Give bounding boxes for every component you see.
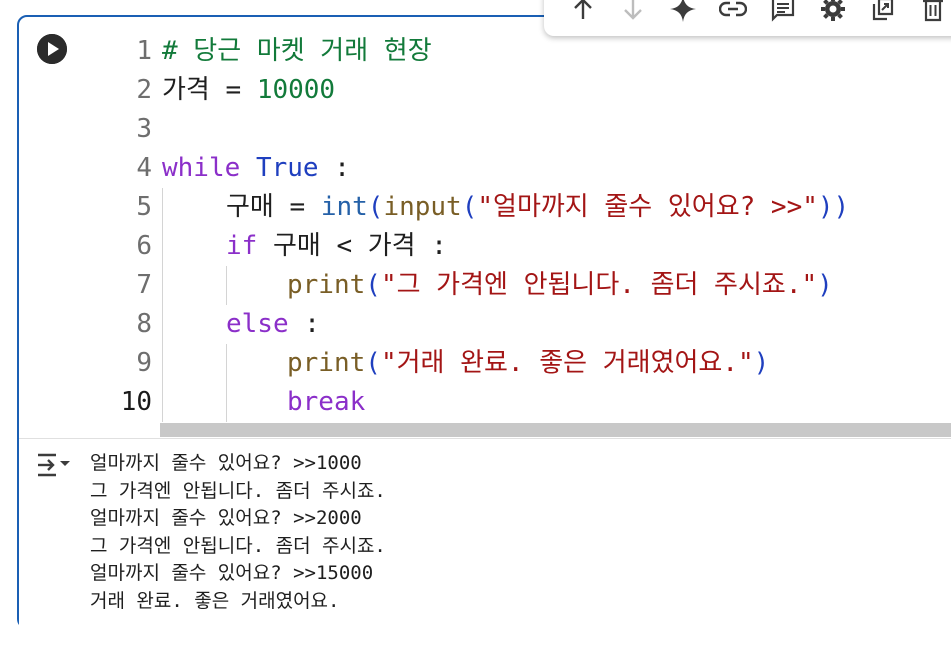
- line-number: 7: [136, 270, 152, 300]
- code-function: print: [287, 348, 366, 378]
- code-line-4[interactable]: while True :: [162, 149, 350, 188]
- code-line-1[interactable]: # 당근 마켓 거래 현장: [162, 32, 432, 71]
- code-paren: ): [817, 192, 834, 222]
- code-operator: =: [273, 192, 321, 222]
- code-string: "거래 완료. 좋은 거래였어요.": [380, 348, 754, 378]
- code-text: :: [318, 153, 350, 183]
- code-text: :: [288, 309, 320, 339]
- indent-guide: [226, 344, 227, 422]
- indent-guide: [226, 266, 227, 305]
- code-comment: # 당근 마켓 거래 현장: [162, 36, 432, 66]
- line-number: 8: [136, 309, 152, 339]
- code-keyword: break: [287, 387, 366, 417]
- sparkle-icon: [670, 0, 696, 22]
- line-number: 9: [136, 348, 152, 378]
- output-menu-icon: [38, 453, 70, 477]
- code-paren: ): [753, 348, 770, 378]
- comment-icon: [771, 0, 795, 22]
- copy-link-button[interactable]: [708, 0, 758, 24]
- code-function: input: [383, 192, 462, 222]
- trash-icon: [923, 0, 943, 22]
- code-number: 10000: [256, 75, 336, 105]
- code-line-7[interactable]: print("그 가격엔 안됩니다. 좀더 주시죠."): [287, 266, 833, 305]
- code-function: print: [287, 270, 366, 300]
- output-line: 거래 완료. 좋은 거래였어요.: [90, 590, 340, 612]
- code-line-6[interactable]: if 구매 < 가격 :: [226, 227, 447, 266]
- run-cell-button[interactable]: [37, 34, 67, 64]
- move-down-button[interactable]: [608, 0, 658, 24]
- line-number: 6: [136, 231, 152, 261]
- code-paren: ): [833, 192, 850, 222]
- code-keyword: while: [162, 153, 241, 183]
- add-comment-button[interactable]: [758, 0, 808, 24]
- line-number: 1: [136, 36, 152, 66]
- line-number: 5: [136, 192, 152, 222]
- gear-icon: [821, 0, 845, 21]
- code-string: "얼마까지 줄수 있어요? >>": [477, 192, 818, 222]
- code-variable: 구매: [226, 192, 274, 222]
- delete-cell-button[interactable]: [908, 0, 951, 24]
- line-number: 10: [120, 387, 152, 417]
- code-paren: (: [461, 192, 478, 222]
- code-line-2[interactable]: 가격 = 10000: [162, 71, 335, 110]
- cell-toolbar: [544, 0, 951, 36]
- code-line-10[interactable]: break: [287, 383, 365, 422]
- code-keyword: else: [226, 309, 289, 339]
- indent-guide: [162, 188, 163, 422]
- code-variable: 가격: [162, 75, 210, 105]
- gemini-button[interactable]: [658, 0, 708, 24]
- move-up-button[interactable]: [558, 0, 608, 24]
- code-line-8[interactable]: else :: [226, 305, 320, 344]
- code-keyword: if: [226, 231, 258, 261]
- code-line-5[interactable]: 구매 = int(input("얼마까지 줄수 있어요? >>")): [226, 188, 849, 227]
- line-number: 3: [136, 114, 152, 144]
- code-builtin: int: [320, 192, 368, 222]
- line-number: 4: [136, 153, 152, 183]
- code-paren: (: [365, 270, 381, 300]
- line-number: 2: [136, 75, 152, 105]
- output-line: 그 가격엔 안됩니다. 좀더 주시죠.: [90, 480, 386, 502]
- link-icon: [719, 1, 747, 17]
- settings-button[interactable]: [808, 0, 858, 24]
- output-actions-button[interactable]: [36, 452, 74, 478]
- play-icon: [37, 34, 67, 64]
- output-line: 얼마까지 줄수 있어요? >>2000: [90, 507, 362, 529]
- code-string: "그 가격엔 안됩니다. 좀더 주시죠.": [380, 270, 818, 300]
- output-line: 얼마까지 줄수 있어요? >>1000: [90, 452, 362, 474]
- code-paren: (: [365, 348, 381, 378]
- code-operator: =: [209, 75, 257, 105]
- horizontal-scrollbar[interactable]: [160, 423, 951, 437]
- code-line-9[interactable]: print("거래 완료. 좋은 거래였어요."): [287, 344, 769, 383]
- output-line: 그 가격엔 안됩니다. 좀더 주시죠.: [90, 535, 386, 557]
- code-text: 구매 < 가격 :: [257, 231, 447, 261]
- mirror-cell-icon: [872, 0, 894, 21]
- arrow-up-icon: [574, 0, 592, 19]
- code-paren: (: [367, 192, 384, 222]
- code-boolean: True: [255, 153, 319, 183]
- mirror-cell-button[interactable]: [858, 0, 908, 24]
- arrow-down-icon: [624, 0, 642, 20]
- code-paren: ): [817, 270, 833, 300]
- output-line: 얼마까지 줄수 있어요? >>15000: [90, 562, 374, 584]
